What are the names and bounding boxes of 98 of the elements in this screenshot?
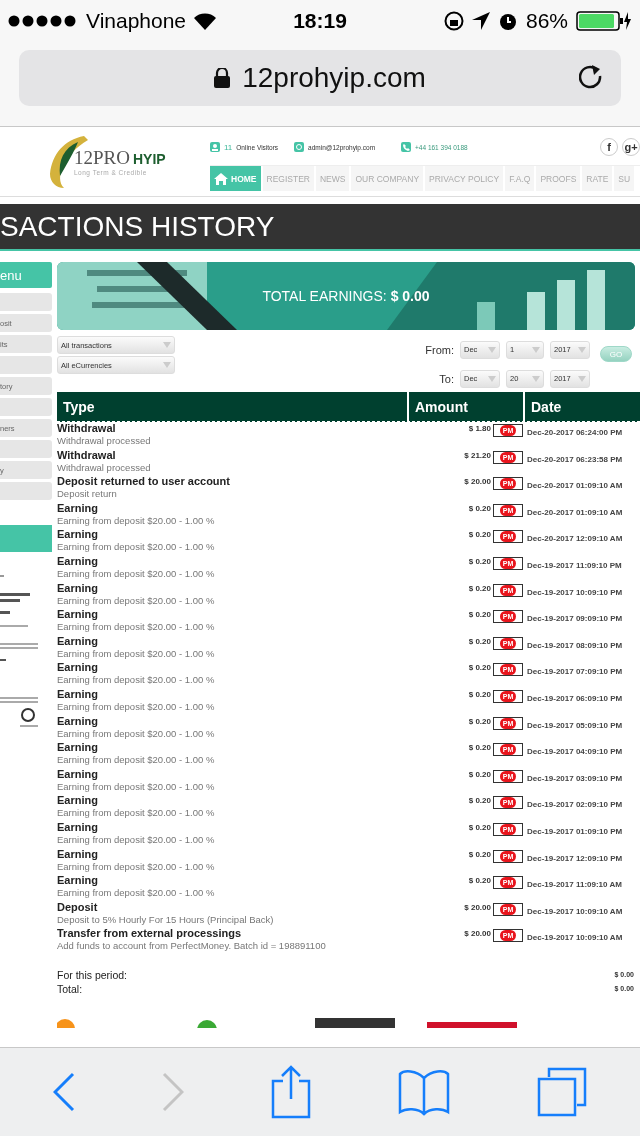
- amount-text: $ 0.20: [468, 716, 491, 726]
- logo-text: 12PRO HYIP: [74, 147, 166, 169]
- amount-text: $ 20.00: [464, 477, 491, 487]
- column-header: Type: [62, 398, 96, 417]
- date-text: Dec-19-2017 04:09:10 PM: [526, 746, 624, 757]
- date-text: Dec-19-2017 03:09:10 PM: [526, 772, 624, 783]
- amount-text: $ 21.20: [464, 450, 491, 460]
- amount-text: $ 0.20: [468, 769, 491, 779]
- date-text: Dec-20-2017 06:24:00 PM: [526, 427, 624, 437]
- transaction-type: Earning: [57, 847, 99, 861]
- amount-text: $ 0.20: [468, 876, 491, 886]
- amount-text: $ 0.20: [468, 663, 491, 673]
- amount-text: $ 0.20: [468, 689, 491, 699]
- transaction-type: Earning: [57, 741, 99, 755]
- transaction-description: Earning from deposit $20.00 - 1.00 %: [57, 833, 216, 846]
- transaction-type: Earning: [57, 581, 99, 595]
- transaction-type: Earning: [57, 661, 99, 675]
- transaction-type: Earning: [57, 794, 99, 808]
- column-header: Date: [523, 392, 640, 421]
- total-earnings-value: $ 0.00: [390, 288, 430, 304]
- transaction-type: Earning: [57, 714, 99, 728]
- date-text: Dec-19-2017 05:09:10 PM: [526, 719, 624, 730]
- date-text: Dec-19-2017 06:09:10 PM: [526, 692, 624, 703]
- amount-text: $ 0.20: [468, 530, 491, 540]
- date-text: Dec-19-2017 02:09:10 PM: [526, 799, 624, 810]
- transaction-description: Add funds to account from PerfectMoney. Batch id = 198891100: [57, 940, 327, 953]
- transaction-type: Deposit returned to user account: [57, 475, 231, 489]
- page-title: SACTIONS HISTORY: [0, 210, 275, 243]
- transaction-description: Earning from deposit $20.00 - 1.00 %: [57, 674, 216, 687]
- address-bar[interactable]: 12prohyip.com: [19, 50, 621, 106]
- amount-text: $ 0.20: [468, 822, 491, 832]
- transaction-type: Earning: [57, 501, 99, 515]
- date-text: Dec-19-2017 12:09:10 PM: [526, 852, 624, 863]
- visitor-count: 11: [224, 142, 233, 152]
- transaction-description: Withdrawal processed: [57, 461, 152, 474]
- transaction-type: Earning: [57, 634, 99, 648]
- date-text: Dec-19-2017 10:09:10 AM: [526, 932, 624, 943]
- amount-text: $ 0.20: [468, 636, 491, 646]
- clock-time: 18:19: [293, 9, 347, 33]
- transaction-type: Earning: [57, 874, 99, 888]
- amount-text: $ 0.20: [468, 556, 491, 566]
- transaction-type: Withdrawal: [57, 448, 117, 462]
- total-earnings-label: TOTAL EARNINGS:: [262, 288, 387, 304]
- amount-text: $ 0.20: [468, 849, 491, 859]
- transaction-description: Earning from deposit $20.00 - 1.00 %: [57, 780, 216, 793]
- date-text: Dec-20-2017 01:09:10 AM: [526, 480, 624, 491]
- battery-percent: 86%: [525, 9, 568, 33]
- amount-text: $ 0.20: [468, 583, 491, 593]
- date-text: Dec-19-2017 11:09:10 AM: [526, 879, 623, 890]
- date-text: Dec-19-2017 07:09:10 PM: [526, 666, 624, 677]
- transaction-type: Earning: [57, 528, 99, 542]
- date-text: Dec-19-2017 11:09:10 PM: [526, 559, 623, 570]
- transaction-description: Earning from deposit $20.00 - 1.00 %: [57, 647, 216, 660]
- transaction-type: Earning: [57, 608, 99, 622]
- transaction-type: Earning: [57, 820, 99, 834]
- date-label: To:: [438, 372, 454, 385]
- transaction-type: Deposit: [57, 900, 99, 914]
- transaction-type: Earning: [57, 687, 99, 701]
- sidebar-header: enu: [0, 262, 52, 288]
- transaction-description: Earning from deposit $20.00 - 1.00 %: [57, 807, 216, 820]
- transaction-description: Earning from deposit $20.00 - 1.00 %: [57, 541, 216, 554]
- amount-text: $ 1.80: [468, 424, 491, 433]
- amount-text: $ 0.20: [468, 796, 491, 806]
- transaction-type: Withdrawal: [57, 422, 117, 435]
- transaction-description: Deposit return: [57, 488, 118, 501]
- date-text: Dec-19-2017 01:09:10 PM: [526, 825, 624, 836]
- transaction-type: Earning: [57, 554, 99, 568]
- transaction-description: Earning from deposit $20.00 - 1.00 %: [57, 700, 216, 713]
- date-text: Dec-19-2017 10:09:10 AM: [526, 905, 624, 916]
- date-text: Dec-20-2017 12:09:10 AM: [526, 533, 624, 544]
- date-label: From:: [425, 343, 454, 356]
- date-text: Dec-19-2017 08:09:10 PM: [526, 639, 624, 650]
- date-text: Dec-19-2017 10:09:10 PM: [526, 586, 624, 597]
- carrier-name: Vinaphone: [86, 9, 187, 33]
- transaction-description: Deposit to 5% Hourly For 15 Hours (Principal Back): [57, 913, 275, 926]
- amount-text: $ 20.00: [464, 902, 491, 912]
- transaction-description: Earning from deposit $20.00 - 1.00 %: [57, 514, 216, 527]
- transaction-description: Earning from deposit $20.00 - 1.00 %: [57, 754, 216, 767]
- amount-text: $ 0.20: [468, 503, 491, 513]
- transaction-description: Earning from deposit $20.00 - 1.00 %: [57, 860, 216, 873]
- url-text: 12prohyip.com: [242, 62, 426, 94]
- transaction-description: Withdrawal processed: [57, 435, 152, 447]
- total-label: Total:: [57, 982, 83, 995]
- date-text: Dec-20-2017 06:23:58 PM: [526, 453, 624, 464]
- date-text: Dec-20-2017 01:09:10 AM: [526, 506, 624, 517]
- transaction-type: Transfer from external processings: [57, 927, 242, 941]
- amount-text: $ 0.20: [468, 610, 491, 620]
- transaction-description: Earning from deposit $20.00 - 1.00 %: [57, 887, 216, 900]
- transaction-type: Earning: [57, 767, 99, 781]
- amount-text: $ 0.20: [468, 743, 491, 753]
- column-header: Amount: [407, 392, 523, 421]
- transaction-description: Earning from deposit $20.00 - 1.00 %: [57, 621, 216, 634]
- transaction-description: Earning from deposit $20.00 - 1.00 %: [57, 567, 216, 580]
- amount-text: $ 20.00: [464, 929, 491, 939]
- total-label: For this period:: [57, 968, 128, 981]
- date-text: Dec-19-2017 09:09:10 PM: [526, 613, 624, 624]
- transaction-description: Earning from deposit $20.00 - 1.00 %: [57, 727, 216, 740]
- transaction-description: Earning from deposit $20.00 - 1.00 %: [57, 594, 216, 607]
